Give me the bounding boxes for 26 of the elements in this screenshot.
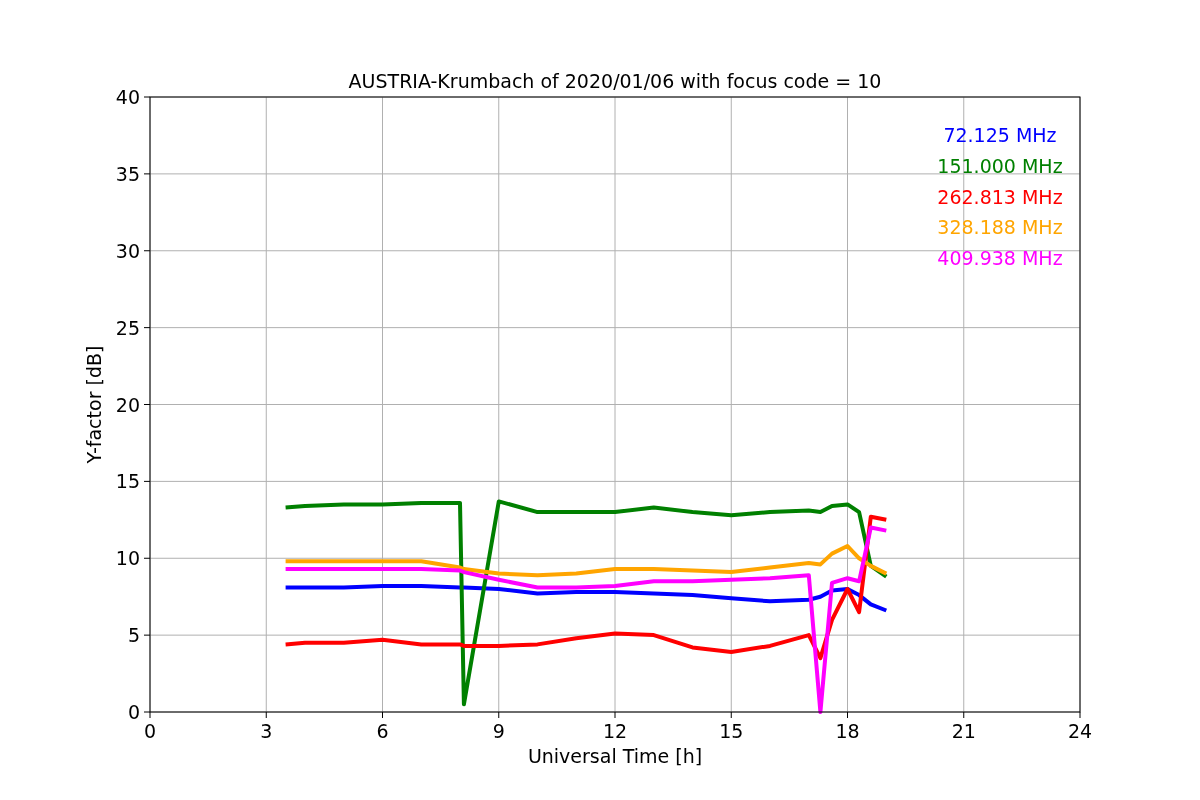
x-axis-label: Universal Time [h]: [527, 745, 703, 767]
y-axis-label: Y-factor [dB]: [83, 345, 105, 464]
x-tick-label: 6: [376, 720, 389, 742]
y-tick-label: 40: [115, 86, 140, 108]
x-tick-label: 12: [602, 720, 628, 742]
legend-label: 151.000 MHz: [937, 154, 1063, 177]
x-tick-label: 18: [835, 720, 860, 742]
x-tick-label: 3: [260, 720, 273, 742]
y-tick-label: 25: [115, 316, 140, 339]
y-tick-label: 20: [115, 393, 140, 416]
chart-title: AUSTRIA-Krumbach of 2020/01/06 with focus code = 10: [348, 70, 882, 92]
y-tick-label: 35: [115, 162, 140, 185]
legend-label: 72.125 MHz: [943, 124, 1057, 146]
x-tick-label: 9: [492, 720, 505, 742]
x-tick-label: 24: [1067, 720, 1093, 742]
y-tick-label: 30: [115, 239, 140, 262]
y-tick-label: 15: [115, 470, 140, 493]
y-tick-label: 10: [115, 547, 140, 570]
legend-label: 328.188 MHz: [937, 216, 1063, 239]
x-tick-label: 0: [143, 720, 157, 742]
legend-label: 409.938 MHz: [937, 247, 1063, 270]
y-tick-label: 5: [127, 624, 140, 647]
x-tick-label: 15: [719, 720, 744, 742]
x-tick-label: 21: [951, 720, 976, 742]
legend-label: 262.813 MHz: [937, 185, 1063, 208]
y-tick-label: 0: [127, 701, 140, 723]
